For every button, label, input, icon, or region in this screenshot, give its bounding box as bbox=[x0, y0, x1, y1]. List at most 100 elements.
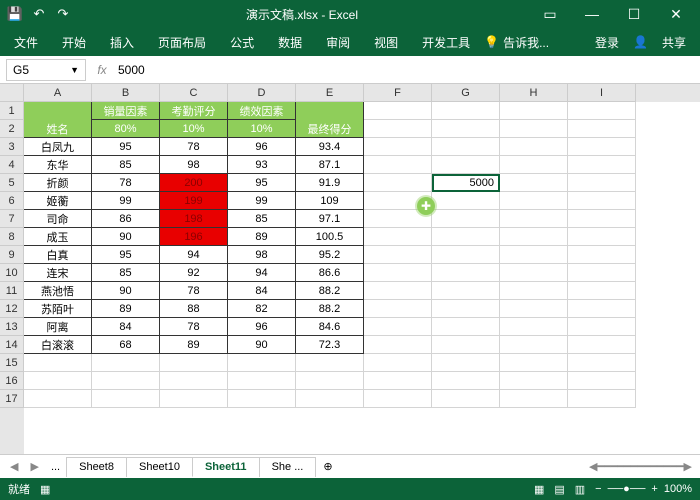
undo-icon[interactable]: ↶ bbox=[28, 3, 50, 25]
cell[interactable] bbox=[432, 372, 500, 390]
cell[interactable] bbox=[500, 210, 568, 228]
cell[interactable]: 95 bbox=[92, 246, 160, 264]
cell[interactable] bbox=[24, 390, 92, 408]
new-sheet-icon[interactable]: ⊕ bbox=[315, 460, 340, 473]
cell[interactable] bbox=[364, 390, 432, 408]
signin-button[interactable]: 登录 bbox=[585, 30, 629, 55]
col-header[interactable]: I bbox=[568, 84, 636, 102]
cell[interactable]: 苏陌叶 bbox=[24, 300, 92, 318]
cell[interactable]: 84 bbox=[92, 318, 160, 336]
row-header[interactable]: 1 bbox=[0, 102, 24, 120]
cell[interactable]: 86 bbox=[92, 210, 160, 228]
view-break-icon[interactable]: ▥ bbox=[575, 483, 585, 496]
row-header[interactable]: 13 bbox=[0, 318, 24, 336]
cell[interactable]: 89 bbox=[160, 336, 228, 354]
cell[interactable]: 87.1 bbox=[296, 156, 364, 174]
cell[interactable] bbox=[432, 246, 500, 264]
cell[interactable] bbox=[296, 354, 364, 372]
name-box[interactable]: G5 ▼ bbox=[6, 59, 86, 81]
cell[interactable] bbox=[568, 390, 636, 408]
col-header[interactable]: E bbox=[296, 84, 364, 102]
cell[interactable] bbox=[364, 264, 432, 282]
cell[interactable] bbox=[228, 372, 296, 390]
cell[interactable] bbox=[160, 390, 228, 408]
tab-layout[interactable]: 页面布局 bbox=[148, 30, 216, 55]
cell[interactable]: 99 bbox=[228, 192, 296, 210]
cell[interactable]: 78 bbox=[160, 282, 228, 300]
row-header[interactable]: 6 bbox=[0, 192, 24, 210]
cell[interactable] bbox=[568, 336, 636, 354]
cell[interactable]: 88 bbox=[160, 300, 228, 318]
cell[interactable] bbox=[432, 120, 500, 138]
cell[interactable] bbox=[432, 336, 500, 354]
row-header[interactable]: 5 bbox=[0, 174, 24, 192]
sheet-nav-prev[interactable]: ◀ bbox=[4, 460, 24, 473]
col-header[interactable]: G bbox=[432, 84, 500, 102]
cell[interactable] bbox=[500, 372, 568, 390]
zoom-in-icon[interactable]: + bbox=[651, 483, 657, 495]
cell[interactable]: 白滚滚 bbox=[24, 336, 92, 354]
row-header[interactable]: 8 bbox=[0, 228, 24, 246]
cell[interactable]: 94 bbox=[160, 246, 228, 264]
cell[interactable] bbox=[432, 156, 500, 174]
cell[interactable]: 姓名 bbox=[24, 120, 92, 138]
cell[interactable] bbox=[364, 246, 432, 264]
cell[interactable] bbox=[500, 192, 568, 210]
cell[interactable]: 93.4 bbox=[296, 138, 364, 156]
cell[interactable] bbox=[432, 138, 500, 156]
cell[interactable]: 98 bbox=[160, 156, 228, 174]
row-header[interactable]: 10 bbox=[0, 264, 24, 282]
cell[interactable]: 90 bbox=[228, 336, 296, 354]
cell[interactable]: 考勤评分 bbox=[160, 102, 228, 120]
cell[interactable] bbox=[364, 282, 432, 300]
cell[interactable]: 86.6 bbox=[296, 264, 364, 282]
cell[interactable]: 78 bbox=[160, 318, 228, 336]
cell[interactable] bbox=[568, 102, 636, 120]
cell[interactable]: 200 bbox=[160, 174, 228, 192]
cell[interactable] bbox=[364, 228, 432, 246]
cell[interactable]: 折颜 bbox=[24, 174, 92, 192]
cell[interactable] bbox=[568, 210, 636, 228]
cell[interactable]: 94 bbox=[228, 264, 296, 282]
row-header[interactable]: 4 bbox=[0, 156, 24, 174]
cell[interactable]: 96 bbox=[228, 138, 296, 156]
col-header[interactable]: F bbox=[364, 84, 432, 102]
cell[interactable] bbox=[160, 372, 228, 390]
tab-data[interactable]: 数据 bbox=[268, 30, 312, 55]
cell[interactable] bbox=[364, 138, 432, 156]
cell[interactable] bbox=[568, 354, 636, 372]
cell[interactable]: 90 bbox=[92, 228, 160, 246]
cell[interactable]: 东华 bbox=[24, 156, 92, 174]
cell[interactable]: 绩效因素 bbox=[228, 102, 296, 120]
cell[interactable] bbox=[568, 174, 636, 192]
cell[interactable] bbox=[364, 372, 432, 390]
tell-me-input[interactable]: 告诉我... bbox=[503, 34, 549, 51]
cell[interactable] bbox=[228, 354, 296, 372]
row-header[interactable]: 14 bbox=[0, 336, 24, 354]
ribbon-options-icon[interactable]: ▭ bbox=[530, 0, 570, 28]
save-icon[interactable]: 💾 bbox=[4, 3, 26, 25]
macro-icon[interactable]: ▦ bbox=[40, 483, 50, 496]
cell[interactable] bbox=[92, 372, 160, 390]
cell[interactable]: 白凤九 bbox=[24, 138, 92, 156]
cell[interactable] bbox=[432, 192, 500, 210]
cell[interactable] bbox=[364, 156, 432, 174]
cell[interactable] bbox=[364, 300, 432, 318]
col-header[interactable]: B bbox=[92, 84, 160, 102]
row-header[interactable]: 2 bbox=[0, 120, 24, 138]
tab-home[interactable]: 开始 bbox=[52, 30, 96, 55]
cell[interactable] bbox=[500, 120, 568, 138]
cell[interactable]: 85 bbox=[92, 156, 160, 174]
cell[interactable]: 199 bbox=[160, 192, 228, 210]
zoom-out-icon[interactable]: − bbox=[595, 483, 601, 495]
row-header[interactable]: 11 bbox=[0, 282, 24, 300]
tab-insert[interactable]: 插入 bbox=[100, 30, 144, 55]
cell[interactable] bbox=[160, 354, 228, 372]
cell[interactable] bbox=[500, 246, 568, 264]
cell[interactable] bbox=[92, 390, 160, 408]
cell[interactable]: 91.9 bbox=[296, 174, 364, 192]
cell[interactable]: 93 bbox=[228, 156, 296, 174]
cell[interactable]: 97.1 bbox=[296, 210, 364, 228]
cell[interactable] bbox=[432, 282, 500, 300]
cell[interactable]: 82 bbox=[228, 300, 296, 318]
